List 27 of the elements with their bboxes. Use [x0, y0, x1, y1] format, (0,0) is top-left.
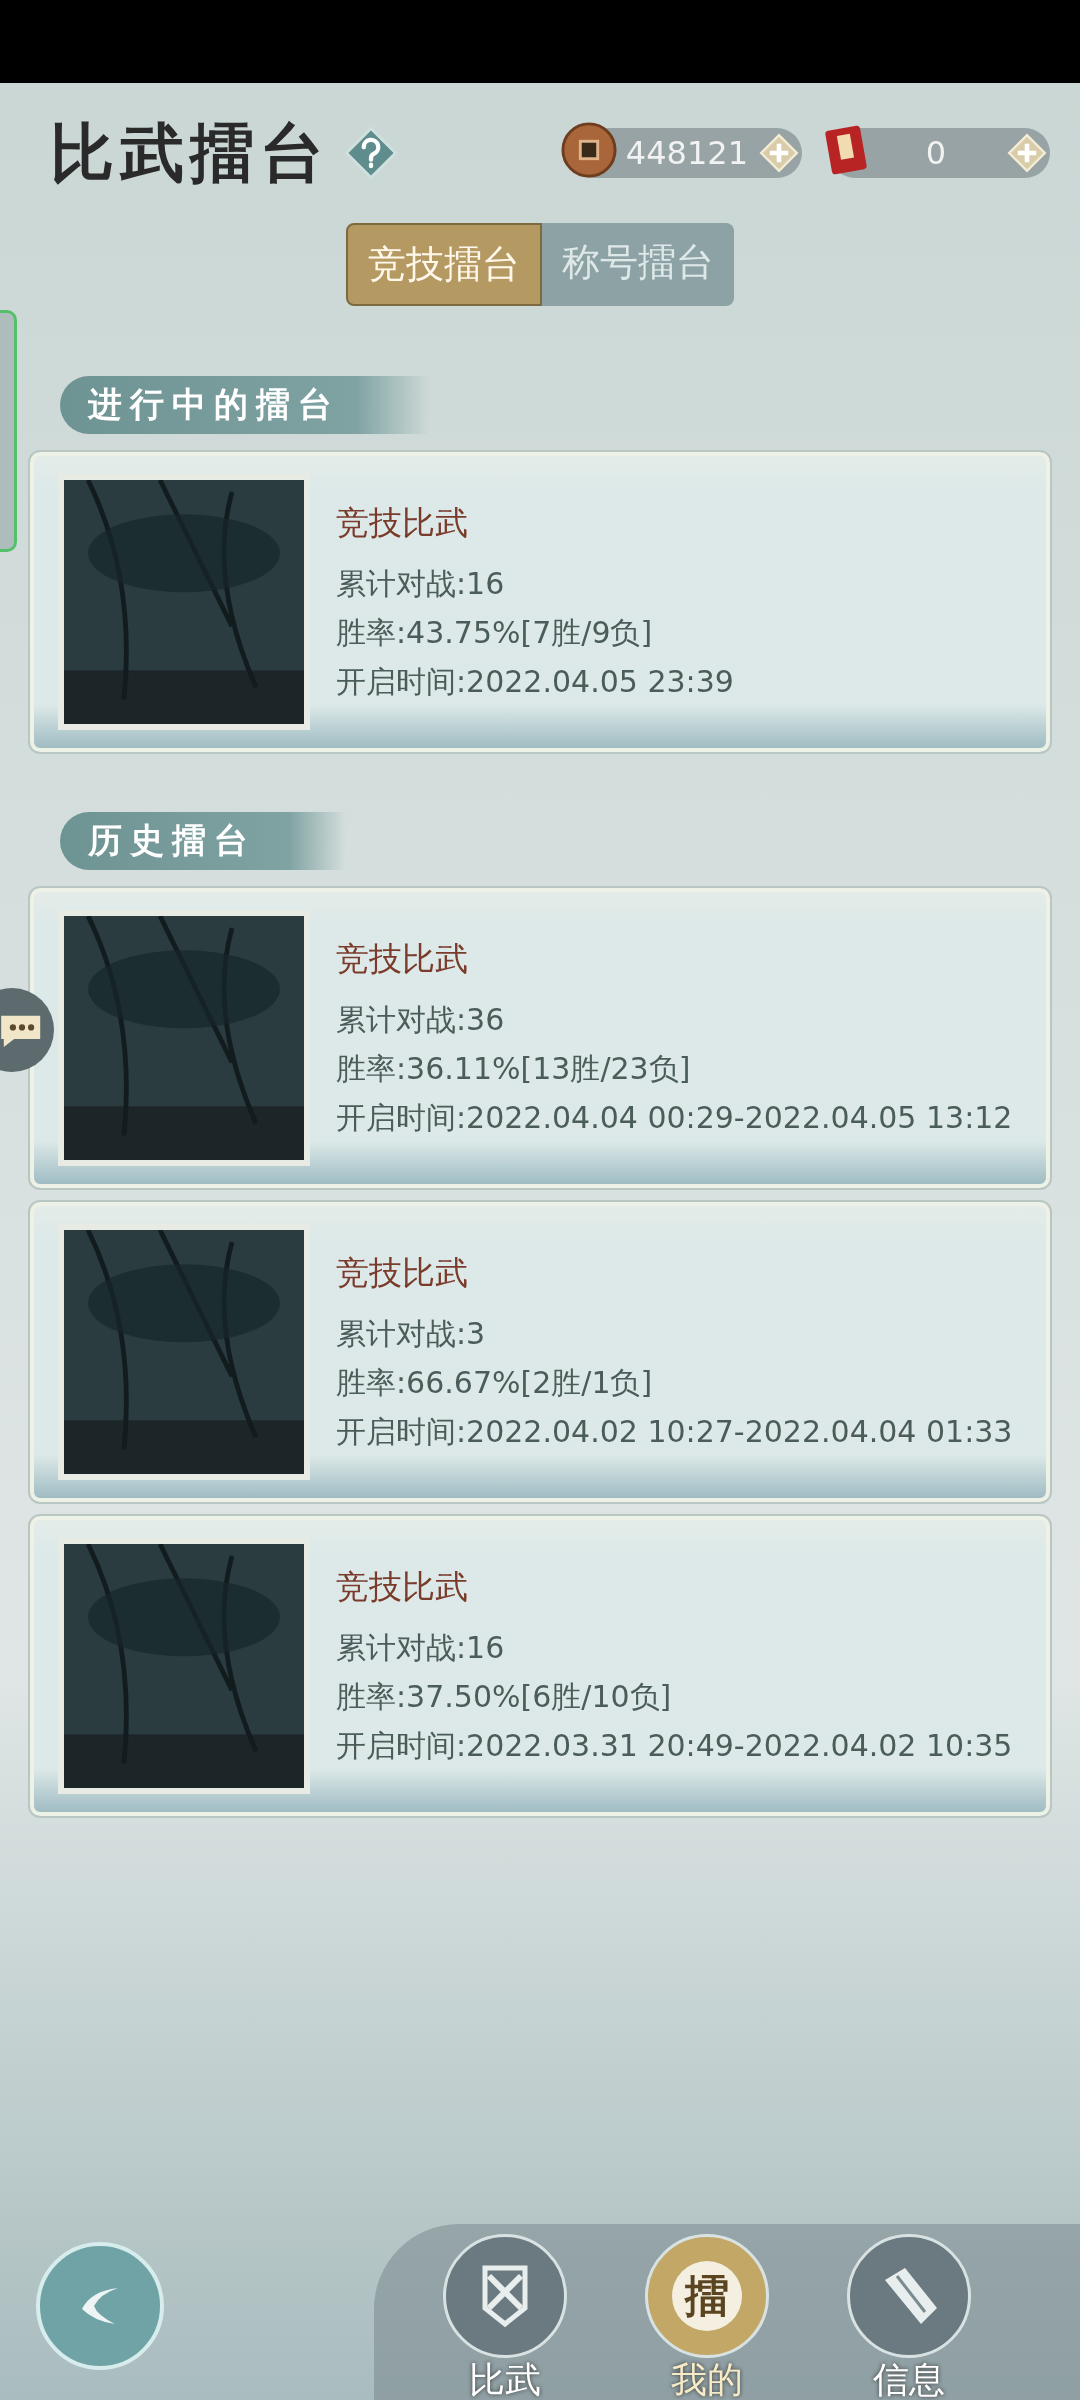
open-time: 开启时间:2022.04.05 23:39 — [336, 663, 734, 701]
battle-count: 累计对战:36 — [336, 1001, 506, 1039]
open-time: 开启时间:2022.04.02 10:27-2022.04.04 01:33 — [336, 1413, 1013, 1451]
coin-icon — [559, 121, 618, 179]
arena-card[interactable]: 竞技比武 累计对战:36 胜率:36.11%[13胜/23负] 开启时间:2022.04.04 00:29-2022.04.05 13:12 — [30, 888, 1050, 1188]
battle-count: 累计对战:3 — [336, 1315, 487, 1353]
section-heading: 进行中的擂台 — [60, 376, 430, 434]
battle-count: 累计对战:16 — [336, 1629, 506, 1667]
win-rate: 胜率:66.67%[2胜/1负] — [336, 1364, 654, 1402]
coin-amount: 448121 — [624, 134, 749, 172]
battle-count: 累计对战:16 — [336, 565, 506, 603]
section-heading: 历史擂台 — [60, 812, 346, 870]
win-rate: 胜率:43.75%[7胜/9负] — [336, 614, 654, 652]
win-rate: 胜率:37.50%[6胜/10负] — [336, 1678, 673, 1716]
ticket-amount: 0 — [924, 134, 948, 172]
card-title: 竞技比武 — [336, 938, 469, 980]
arena-card[interactable]: 竞技比武 累计对战:16 胜率:43.75%[7胜/9负] 开启时间:2022.04.05 23:39 — [30, 452, 1050, 752]
card-title: 竞技比武 — [336, 502, 469, 544]
arena-card[interactable]: 竞技比武 累计对战:3 胜率:66.67%[2胜/1负] 开启时间:2022.04.02 10:27-2022.04.04 01:33 — [30, 1202, 1050, 1502]
open-time: 开启时间:2022.03.31 20:49-2022.04.02 10:35 — [336, 1727, 1013, 1765]
card-title: 竞技比武 — [336, 1252, 469, 1294]
page-title: 比武擂台 — [49, 113, 330, 192]
seal-icon: 擂 — [672, 2261, 742, 2331]
open-time: 开启时间:2022.04.04 00:29-2022.04.05 13:12 — [336, 1099, 1013, 1137]
win-rate: 胜率:36.11%[13胜/23负] — [336, 1050, 692, 1088]
arena-card[interactable]: 竞技比武 累计对战:16 胜率:37.50%[6胜/10负] 开启时间:2022.03.31 20:49-2022.04.02 10:35 — [30, 1516, 1050, 1816]
card-title: 竞技比武 — [336, 1566, 469, 1608]
